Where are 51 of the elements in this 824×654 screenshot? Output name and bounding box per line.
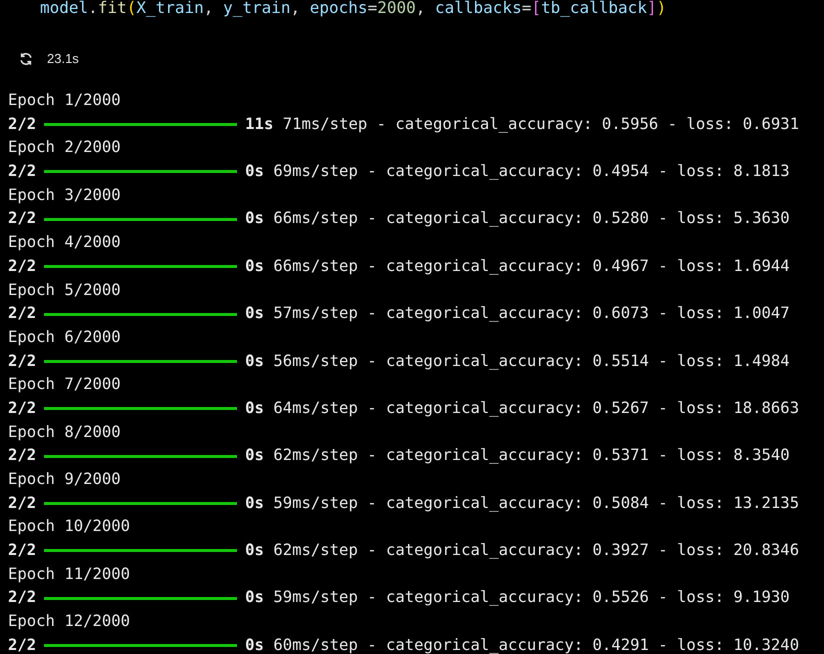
epoch-metrics: 59ms/step - categorical_accuracy: 0.5526 - loss: 9.1930 <box>273 587 790 608</box>
epoch-label: Epoch 4/2000 <box>8 232 121 254</box>
step-count: 2/2 <box>8 208 36 230</box>
epoch-label: Epoch 6/2000 <box>8 326 121 348</box>
epoch-metrics: 59ms/step - categorical_accuracy: 0.5084 - loss: 13.2135 <box>273 492 800 514</box>
step-count: 2/2 <box>8 540 36 562</box>
epoch-label: Epoch 12/2000 <box>8 611 130 632</box>
epoch-metrics: 56ms/step - categorical_accuracy: 0.5514 - loss: 1.4984 <box>273 350 790 372</box>
step-count: 2/2 <box>8 350 36 372</box>
step-count: 2/2 <box>8 492 36 514</box>
epoch-label: Epoch 5/2000 <box>8 280 121 300</box>
epoch-time: 0s <box>245 492 264 514</box>
execution-time: 23.1s <box>47 51 79 66</box>
epoch-time: 0s <box>245 303 264 324</box>
step-count: 2/2 <box>8 445 36 466</box>
epoch-metrics: 71ms/step - categorical_accuracy: 0.5956 - loss: 0.6931 <box>282 114 800 135</box>
epoch-metrics: 62ms/step - categorical_accuracy: 0.5371 - loss: 8.3540 <box>273 445 790 466</box>
epoch-metrics: 66ms/step - categorical_accuracy: 0.4967 - loss: 1.6944 <box>273 256 790 277</box>
epoch-label: Epoch 2/2000 <box>8 137 121 158</box>
epoch-time: 0s <box>245 350 264 372</box>
epoch-metrics: 60ms/step - categorical_accuracy: 0.4291 - loss: 10.3240 <box>273 634 800 654</box>
step-count: 2/2 <box>8 303 36 324</box>
refresh-icon[interactable] <box>19 52 33 66</box>
epoch-time: 0s <box>245 208 264 230</box>
epoch-time: 0s <box>245 445 264 466</box>
epoch-label: Epoch 1/2000 <box>8 90 121 111</box>
epoch-label: Epoch 11/2000 <box>8 564 130 585</box>
epoch-label: Epoch 8/2000 <box>8 422 121 443</box>
epoch-time: 0s <box>245 634 264 654</box>
epoch-time: 11s <box>245 114 274 135</box>
epoch-label: Epoch 9/2000 <box>8 469 121 490</box>
epoch-time: 0s <box>245 587 264 608</box>
epoch-time: 0s <box>245 256 264 277</box>
epoch-metrics: 62ms/step - categorical_accuracy: 0.3927 - loss: 20.8346 <box>273 540 800 562</box>
epoch-metrics: 64ms/step - categorical_accuracy: 0.5267 - loss: 18.8663 <box>273 398 800 419</box>
epoch-time: 0s <box>245 161 264 182</box>
step-count: 2/2 <box>8 398 36 419</box>
step-count: 2/2 <box>8 114 36 135</box>
epoch-time: 0s <box>245 540 264 562</box>
epoch-time: 0s <box>245 398 264 419</box>
epoch-label: Epoch 10/2000 <box>8 516 130 538</box>
epoch-label: Epoch 7/2000 <box>8 374 121 396</box>
step-count: 2/2 <box>8 256 36 277</box>
step-count: 2/2 <box>8 634 36 654</box>
step-count: 2/2 <box>8 161 36 182</box>
epoch-metrics: 66ms/step - categorical_accuracy: 0.5280 - loss: 5.3630 <box>273 208 790 230</box>
epoch-metrics: 57ms/step - categorical_accuracy: 0.6073 - loss: 1.0047 <box>273 303 790 324</box>
code-line: model.fit(X_train, y_train, epochs=2000, callbacks=[tb_callback]) <box>39 0 668 17</box>
epoch-label: Epoch 3/2000 <box>8 184 121 206</box>
step-count: 2/2 <box>8 587 36 608</box>
epoch-metrics: 69ms/step - categorical_accuracy: 0.4954 - loss: 8.1813 <box>273 161 790 182</box>
